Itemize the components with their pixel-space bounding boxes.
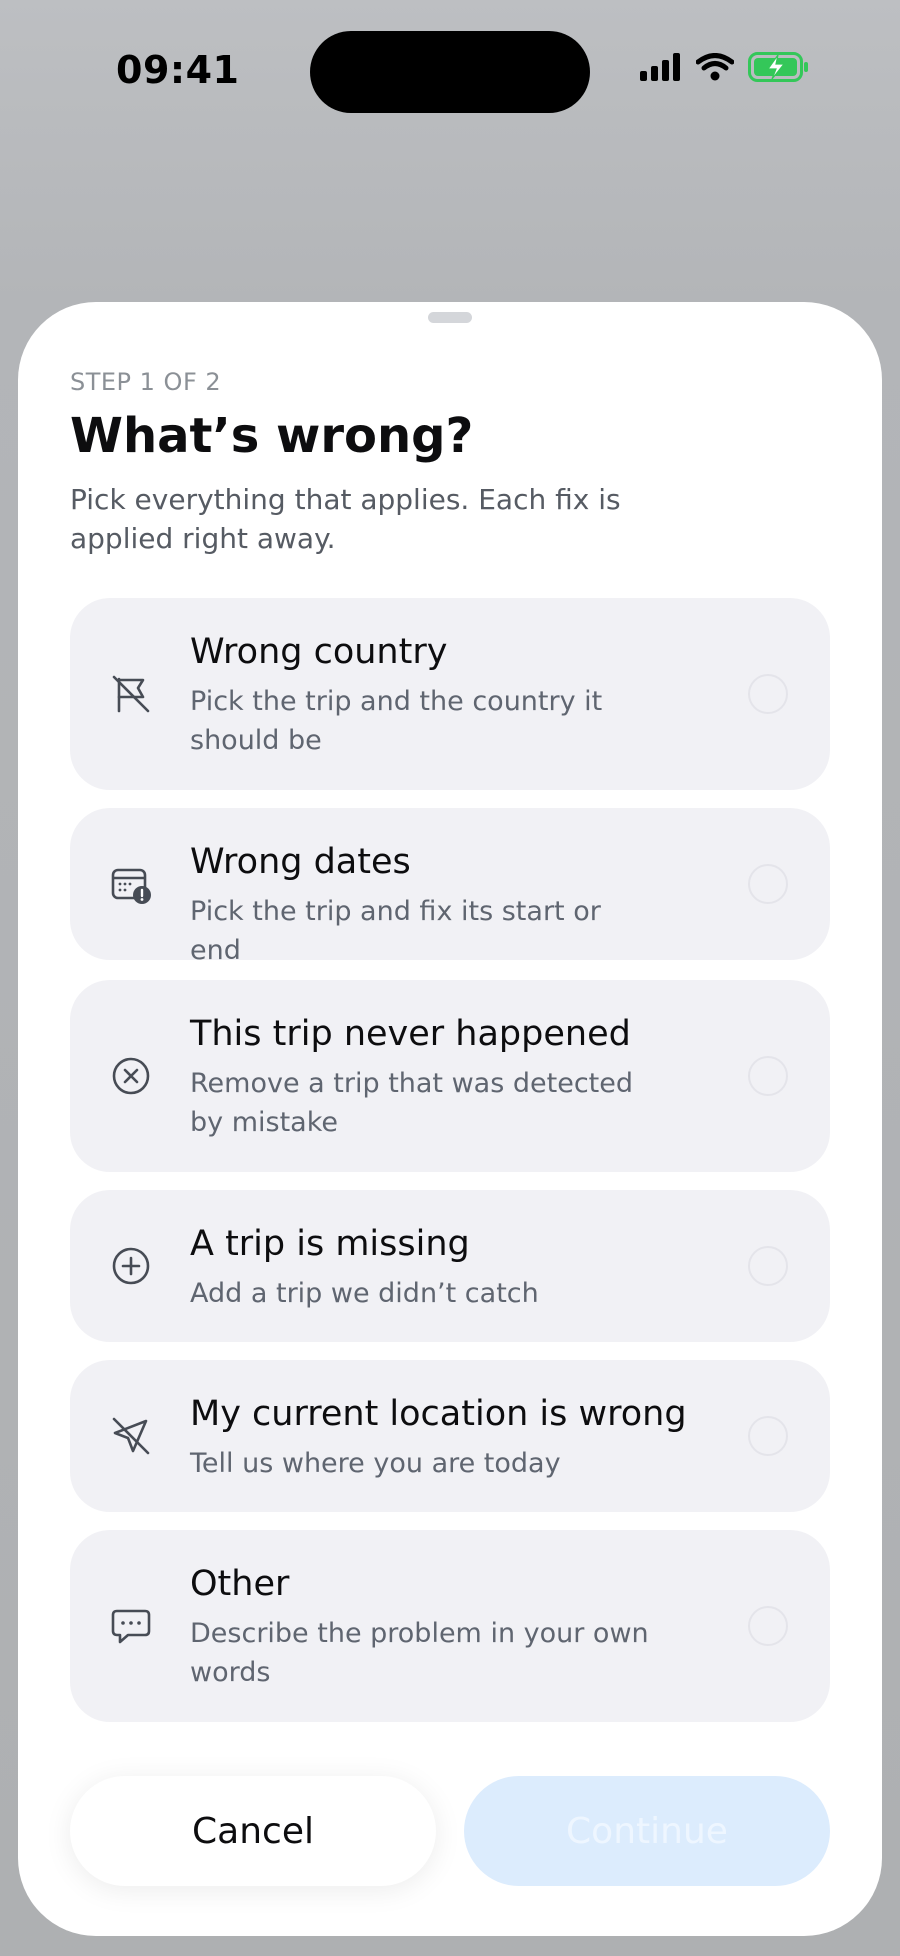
option-description: Pick the trip and fix its start or end [190,896,601,966]
option-title: A trip is missing [190,1224,470,1264]
option-title: This trip never happened [190,1014,631,1054]
status-bar: 09:41 [0,0,900,150]
sheet-subtitle: Pick everything that applies. Each fix i… [70,483,621,555]
option-trip-missing[interactable]: A trip is missing Add a trip we didn’t c… [70,1190,830,1342]
option-wrong-dates[interactable]: Wrong dates Pick the trip and fix its st… [70,808,830,966]
sheet-grabber[interactable] [428,312,472,323]
status-time: 09:41 [116,48,240,92]
option-description: Pick the trip and the country it should … [190,686,603,756]
dynamic-island [310,31,590,113]
option-title: My current location is wrong [190,1394,687,1434]
calendar-alert-icon [110,863,152,905]
option-radio[interactable] [748,1416,788,1456]
chat-bubble-icon [110,1605,152,1647]
sheet-title: What’s wrong? [70,408,474,464]
circle-plus-icon [110,1245,152,1287]
battery-charging-icon [748,52,810,82]
location-off-icon [110,1415,152,1457]
option-radio[interactable] [748,1606,788,1646]
bottom-sheet: STEP 1 OF 2 What’s wrong? Pick everythin… [18,302,882,1936]
circle-x-icon [110,1055,152,1097]
status-icons [640,52,810,82]
option-location-wrong[interactable]: My current location is wrong Tell us whe… [70,1360,830,1512]
continue-button[interactable]: Continue [464,1776,830,1886]
flag-off-icon [110,673,152,715]
option-title: Wrong country [190,632,448,672]
option-trip-never-happened[interactable]: This trip never happened Remove a trip t… [70,980,830,1172]
wifi-icon [696,53,734,81]
option-description: Tell us where you are today [190,1448,561,1479]
option-description: Describe the problem in your own words [190,1618,649,1688]
option-other[interactable]: Other Describe the problem in your own w… [70,1530,830,1722]
option-wrong-country[interactable]: Wrong country Pick the trip and the coun… [70,598,830,790]
option-description: Add a trip we didn’t catch [190,1278,539,1309]
option-radio[interactable] [748,864,788,904]
option-description: Remove a trip that was detected by mista… [190,1068,634,1138]
option-radio[interactable] [748,1056,788,1096]
option-radio[interactable] [748,674,788,714]
option-radio[interactable] [748,1246,788,1286]
cancel-button[interactable]: Cancel [70,1776,436,1886]
option-title: Wrong dates [190,842,411,882]
option-title: Other [190,1564,290,1604]
cellular-signal-icon [640,53,682,81]
step-indicator: STEP 1 OF 2 [70,368,222,396]
